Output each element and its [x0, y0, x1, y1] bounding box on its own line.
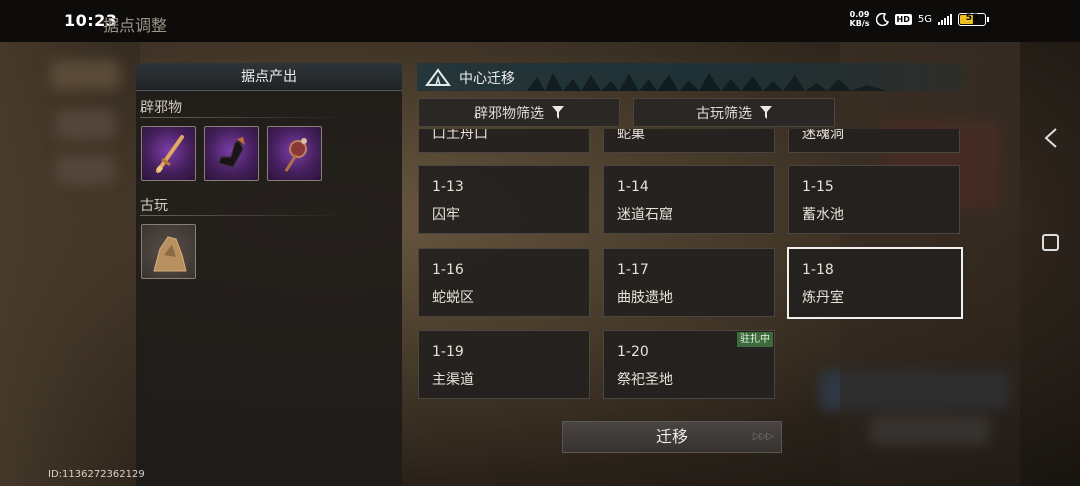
location-cell-1-17[interactable]: 1-17 曲肢遗地: [603, 248, 775, 317]
location-cell-1-20[interactable]: 驻扎中 1-20 祭祀圣地: [603, 330, 775, 399]
location-code: 1-17: [617, 262, 649, 278]
player-id: ID:1136272362129: [48, 469, 145, 480]
location-code: 1-14: [617, 179, 649, 195]
location-code: 1-20: [617, 344, 649, 360]
charm-filter-label: 辟邪物筛选: [474, 105, 544, 122]
location-grid[interactable]: 口土舟口 蛇巢 迷魂洞 1-13 囚牢 1-14 迷道石窟 1-15 蓄水池 1…: [417, 129, 963, 404]
location-cell-1-13[interactable]: 1-13 囚牢: [418, 165, 590, 234]
location-code: 1-13: [432, 179, 464, 195]
network-speed-value: 0.09: [849, 10, 870, 19]
location-name: 炼丹室: [802, 290, 844, 306]
stronghold-output-panel: 据点产出 辟邪物 古玩: [136, 63, 402, 486]
battery-level: 55: [965, 12, 979, 23]
charm-icon: [284, 138, 307, 172]
antique-filter-button[interactable]: 古玩筛选: [633, 98, 835, 127]
center-migration-title: 中心迁移: [459, 71, 515, 87]
antique-items: [136, 216, 402, 279]
location-name: 迷道石窟: [617, 207, 673, 223]
charm-filter-button[interactable]: 辟邪物筛选: [418, 98, 620, 127]
signal-icon: [938, 13, 952, 25]
tent-icon: [425, 68, 451, 86]
location-name: 祭祀圣地: [617, 372, 673, 388]
section-label-charms: 辟邪物: [140, 100, 182, 116]
filter-icon: [760, 106, 772, 119]
charm-items: [136, 118, 402, 181]
arrows-icon: ▷▷▷: [752, 431, 774, 442]
location-name: 曲肢遗地: [617, 290, 673, 306]
location-name: 蓄水池: [802, 207, 844, 223]
location-name: 蛇蜕区: [432, 290, 474, 306]
location-name: 主渠道: [432, 372, 474, 388]
statue-item[interactable]: [141, 224, 196, 279]
statue-icon: [153, 236, 187, 272]
page-title: 据点调整: [103, 16, 168, 35]
network-speed: 0.09 KB/s: [850, 10, 870, 28]
hd-icon: HD: [894, 13, 912, 25]
location-code: 1-16: [432, 262, 464, 278]
migrate-label: 迁移: [655, 427, 688, 446]
stronghold-output-title: 据点产出: [136, 63, 402, 91]
filter-icon: [552, 106, 564, 119]
boot-item[interactable]: [204, 126, 259, 181]
antique-filter-label: 古玩筛选: [696, 105, 752, 122]
sword-icon: [156, 135, 184, 173]
location-cell-1-14[interactable]: 1-14 迷道石窟: [603, 165, 775, 234]
status-icons: 0.09 KB/s HD 5G 55: [850, 10, 989, 28]
back-nav-icon[interactable]: [1042, 127, 1060, 149]
status-bar: 10:23 据点调整 0.09 KB/s HD 5G 55: [0, 0, 1080, 42]
location-name: 囚牢: [432, 207, 460, 223]
location-code: 1-19: [432, 344, 464, 360]
location-name: 口土舟口: [432, 129, 488, 142]
network-type: 5G: [917, 13, 932, 25]
sword-item[interactable]: [141, 126, 196, 181]
location-code: 1-18: [802, 262, 834, 278]
home-nav-icon[interactable]: [1042, 234, 1059, 251]
location-cell-partial[interactable]: 迷魂洞: [788, 129, 960, 153]
location-cell-1-15[interactable]: 1-15 蓄水池: [788, 165, 960, 234]
boot-icon: [218, 137, 245, 168]
location-code: 1-15: [802, 179, 834, 195]
location-name: 迷魂洞: [802, 129, 844, 142]
location-cell-partial[interactable]: 蛇巢: [603, 129, 775, 153]
moon-icon: [875, 12, 889, 26]
location-cell-1-18[interactable]: 1-18 炼丹室: [787, 247, 963, 319]
tree-decoration: [527, 73, 947, 91]
location-cell-1-19[interactable]: 1-19 主渠道: [418, 330, 590, 399]
section-label-antiques: 古玩: [140, 198, 168, 214]
network-speed-unit: KB/s: [849, 19, 870, 28]
charm-item[interactable]: [267, 126, 322, 181]
battery-icon: 55: [958, 12, 989, 26]
location-cell-partial[interactable]: 口土舟口: [418, 129, 590, 153]
location-cell-1-16[interactable]: 1-16 蛇蜕区: [418, 248, 590, 317]
stationed-badge: 驻扎中: [737, 332, 773, 347]
location-name: 蛇巢: [617, 129, 645, 142]
center-migration-header: 中心迁移: [417, 63, 963, 91]
migrate-button[interactable]: 迁移 ▷▷▷: [562, 421, 782, 453]
